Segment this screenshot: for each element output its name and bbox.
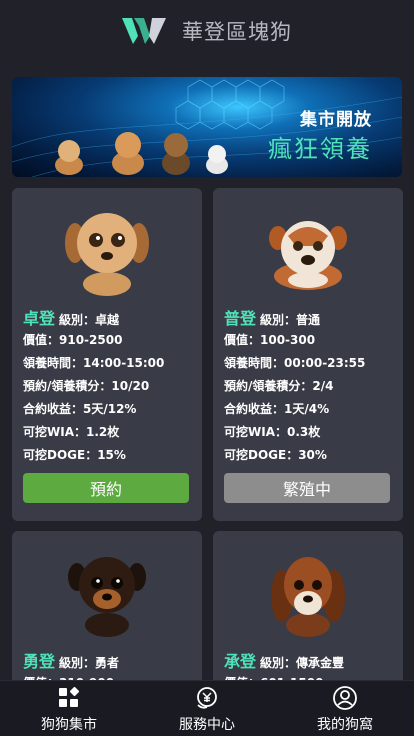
pet-name: 普登 [224, 309, 257, 328]
bottom-tab-bar: 狗狗集市 服務中心 我的狗窩 [0, 680, 414, 736]
puppy-image [271, 557, 345, 637]
logo-icon [122, 18, 166, 44]
adopt-time-row: 領養時間：00:00-23:55 [224, 356, 366, 370]
service-icon [197, 687, 217, 709]
tab-label: 狗狗集市 [41, 717, 97, 733]
pet-card-pu[interactable]: 普登 級別：普通 價值：100-300 領養時間：00:00-23:55 預約/… [213, 188, 403, 521]
banner-title: 瘋狂領養 [268, 135, 372, 163]
reserve-button[interactable]: 預約 [23, 473, 189, 503]
promo-banner[interactable]: 集市開放 瘋狂領養 [12, 77, 402, 177]
pet-level: 級別：傳承金豐 [260, 656, 345, 670]
pet-level: 級別：普通 [260, 313, 321, 327]
pet-name-line: 勇登 級別：勇者 [23, 648, 119, 672]
pet-card-yong[interactable]: 勇登 級別：勇者 價值：310-900 [12, 531, 202, 691]
points-row: 預約/領養積分：2/4 [224, 379, 334, 393]
market-icon [59, 686, 80, 707]
puppy-image [68, 557, 146, 637]
puppy-image [65, 213, 149, 296]
price-row: 價值：910-2500 [23, 333, 123, 347]
pet-level: 級別：卓越 [59, 313, 120, 327]
doge-row: 可挖DOGE：30% [224, 448, 327, 462]
pet-name-line: 卓登 級別：卓越 [23, 305, 119, 329]
pet-name-line: 普登 級別：普通 [224, 305, 320, 329]
puppy-group [55, 132, 228, 175]
app-title: 華登區塊狗 [182, 20, 292, 44]
profile-icon [333, 686, 357, 710]
banner-subtitle: 集市開放 [300, 110, 372, 130]
tab-market[interactable]: 狗狗集市 [0, 681, 138, 736]
pet-name-line: 承登 級別：傳承金豐 [224, 648, 344, 672]
tab-service[interactable]: 服務中心 [138, 681, 276, 736]
contract-row: 合約收益：5天/12% [23, 402, 137, 416]
points-row: 預約/領養積分：10/20 [23, 379, 150, 393]
tab-label: 我的狗窩 [317, 717, 373, 733]
doge-row: 可挖DOGE：15% [23, 448, 126, 462]
pet-level: 級別：勇者 [59, 656, 120, 670]
pet-card-cheng[interactable]: 承登 級別：傳承金豐 價值：601-1500 [213, 531, 403, 691]
breeding-button[interactable]: 繁殖中 [224, 473, 390, 503]
wia-row: 可挖WIA：0.3枚 [224, 425, 321, 439]
puppy-image [269, 221, 347, 290]
pet-name: 卓登 [23, 309, 56, 328]
header: 華登區塊狗 [0, 0, 414, 62]
contract-row: 合約收益：1天/4% [224, 402, 330, 416]
tab-profile[interactable]: 我的狗窩 [276, 681, 414, 736]
wia-row: 可挖WIA：1.2枚 [23, 425, 120, 439]
pet-card-zhuo[interactable]: 卓登 級別：卓越 價值：910-2500 領養時間：14:00-15:00 預約… [12, 188, 202, 521]
adopt-time-row: 領養時間：14:00-15:00 [23, 356, 165, 370]
pet-name: 承登 [224, 652, 257, 671]
pet-name: 勇登 [23, 652, 56, 671]
price-row: 價值：100-300 [224, 333, 316, 347]
tab-label: 服務中心 [179, 717, 235, 733]
